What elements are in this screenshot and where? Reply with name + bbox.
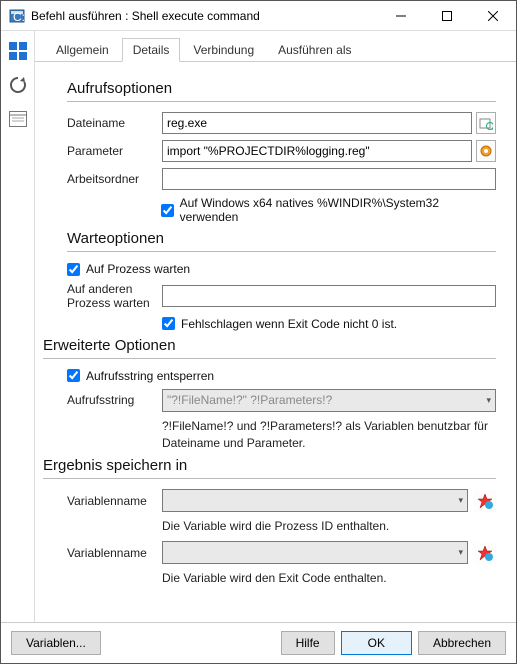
titlebar: C:\ Befehl ausführen : Shell execute com… <box>1 1 516 31</box>
var1-helper-button[interactable] <box>474 490 496 512</box>
svg-text:C:\: C:\ <box>13 10 25 24</box>
fail-exitcode-label: Fehlschlagen wenn Exit Code nicht 0 ist. <box>181 317 397 331</box>
var1-label: Variablenname <box>67 494 162 508</box>
wait-process-checkbox[interactable]: Auf Prozess warten <box>67 262 190 276</box>
wait-process-checkbox-input[interactable] <box>67 263 80 276</box>
tab-run-as[interactable]: Ausführen als <box>267 38 362 62</box>
var2-helper-button[interactable] <box>474 542 496 564</box>
fail-exitcode-checkbox[interactable]: Fehlschlagen wenn Exit Code nicht 0 ist. <box>162 317 397 331</box>
unlock-callstring-checkbox-input[interactable] <box>67 369 80 382</box>
tab-connection[interactable]: Verbindung <box>182 38 265 62</box>
callstring-label: Aufrufsstring <box>67 393 162 407</box>
maximize-button[interactable] <box>424 1 470 31</box>
divider <box>67 101 496 102</box>
window-icon[interactable] <box>6 107 30 131</box>
variables-button[interactable]: Variablen... <box>11 631 101 655</box>
sidebar <box>1 31 35 622</box>
wait-other-label: Auf anderen Prozess warten <box>67 282 162 311</box>
callstring-value: "?!FileName!?" ?!Parameters!? <box>167 393 332 407</box>
filename-input[interactable] <box>162 112 472 134</box>
help-button[interactable]: Hilfe <box>281 631 335 655</box>
chevron-down-icon: ▾ <box>486 395 491 406</box>
callstring-combo[interactable]: "?!FileName!?" ?!Parameters!? ▾ <box>162 389 496 412</box>
unlock-callstring-label: Aufrufsstring entsperren <box>86 369 214 383</box>
result-heading: Ergebnis speichern in <box>43 457 496 474</box>
x64-checkbox-input[interactable] <box>161 204 174 217</box>
window-title: Befehl ausführen : Shell execute command <box>31 9 378 23</box>
minimize-button[interactable] <box>378 1 424 31</box>
content-pane: Aufrufsoptionen Dateiname Parameter <box>35 62 516 622</box>
wait-options-heading: Warteoptionen <box>67 230 496 247</box>
advanced-heading: Erweiterte Optionen <box>43 337 496 354</box>
footer: Variablen... Hilfe OK Abbrechen <box>1 622 516 663</box>
workdir-label: Arbeitsordner <box>67 172 162 186</box>
workdir-input[interactable] <box>162 168 496 190</box>
browse-file-button[interactable] <box>476 112 496 134</box>
chevron-down-icon: ▾ <box>458 495 463 506</box>
divider <box>43 478 496 479</box>
fail-exitcode-checkbox-input[interactable] <box>162 317 175 330</box>
parameter-label: Parameter <box>67 144 162 158</box>
app-icon: C:\ <box>9 8 25 24</box>
parameter-settings-button[interactable] <box>476 140 496 162</box>
var2-combo[interactable]: ▾ <box>162 541 468 564</box>
var1-note: Die Variable wird die Prozess ID enthalt… <box>162 518 496 535</box>
x64-checkbox[interactable]: Auf Windows x64 natives %WINDIR%\System3… <box>161 196 496 224</box>
call-options-heading: Aufrufsoptionen <box>67 80 496 97</box>
tab-bar: Allgemein Details Verbindung Ausführen a… <box>35 31 516 62</box>
var1-combo[interactable]: ▾ <box>162 489 468 512</box>
x64-checkbox-label: Auf Windows x64 natives %WINDIR%\System3… <box>180 196 496 224</box>
wait-other-input[interactable] <box>162 285 496 307</box>
var2-note: Die Variable wird den Exit Code enthalte… <box>162 570 496 587</box>
ok-button[interactable]: OK <box>341 631 412 655</box>
unlock-callstring-checkbox[interactable]: Aufrufsstring entsperren <box>67 369 214 383</box>
refresh-icon[interactable] <box>6 73 30 97</box>
tab-details[interactable]: Details <box>122 38 181 62</box>
cancel-button[interactable]: Abbrechen <box>418 631 506 655</box>
divider <box>67 251 496 252</box>
chevron-down-icon: ▾ <box>458 547 463 558</box>
callstring-hint: ?!FileName!? und ?!Parameters!? als Vari… <box>162 418 496 452</box>
filename-label: Dateiname <box>67 116 162 130</box>
var2-label: Variablenname <box>67 546 162 560</box>
parameter-input[interactable] <box>162 140 472 162</box>
close-button[interactable] <box>470 1 516 31</box>
wait-process-label: Auf Prozess warten <box>86 262 190 276</box>
grid-icon[interactable] <box>6 39 30 63</box>
divider <box>43 358 496 359</box>
tab-general[interactable]: Allgemein <box>45 38 120 62</box>
